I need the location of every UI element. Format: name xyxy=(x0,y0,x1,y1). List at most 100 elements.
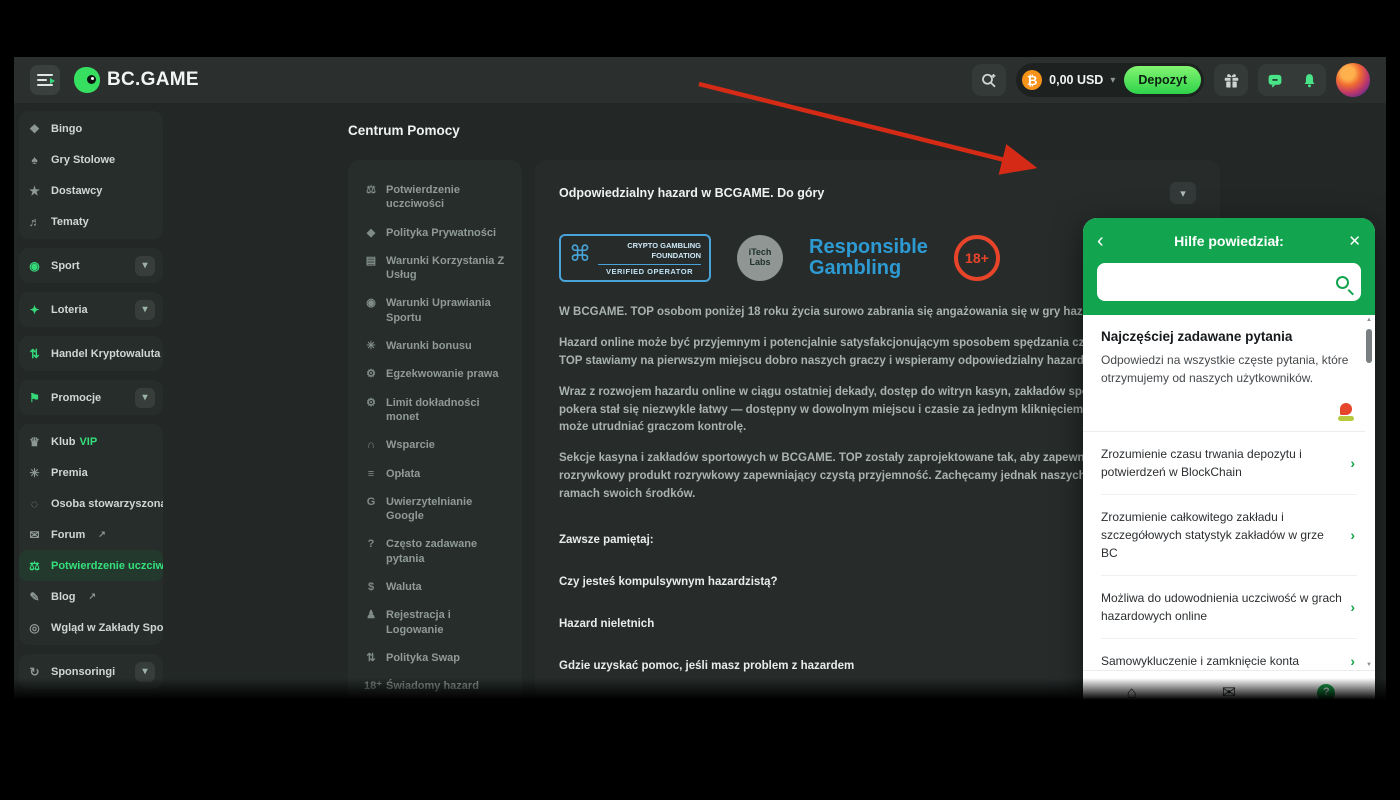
helpnav-item-ochrona-nieletnich[interactable]: ☂ Ochrona Nieletnich xyxy=(358,701,512,729)
faq-section-title: Najczęściej zadawane pytania xyxy=(1101,329,1293,344)
chevron-down-icon: ▾ xyxy=(1180,187,1186,200)
sidebar-group: ♛ Klub VIP ✳ Premia ◌ Osoba stowarzyszona ✉ Foru… xyxy=(19,424,163,645)
swap-policy-icon: ⇅ xyxy=(366,651,376,664)
scroll-down-icon[interactable]: ▼ xyxy=(1366,662,1372,668)
notifications-button[interactable] xyxy=(1292,64,1326,96)
sidebar-group: ❖ Bingo ♠ Gry Stolowe ★ Dostawcy ♬ Tematy xyxy=(19,111,163,239)
helpnav-item-potwierdzenie-uczciwosci[interactable]: ⚖ Potwierdzenie uczciwości xyxy=(358,176,512,219)
sidebar-item-potwierdzenie-uczciwosci[interactable]: ⚖ Potwierdzenie uczciwości xyxy=(19,550,163,581)
chat-button[interactable] xyxy=(1258,64,1292,96)
helpnav-item-warunki-uprawiania-sportu[interactable]: ◉ Warunki Uprawiania Sportu xyxy=(358,289,512,332)
wallet-balance[interactable]: ₿ 0,00 USD ▾ Depozyt xyxy=(1016,63,1204,97)
widget-bottom-nav: ⌂ Dom ✉ Nachrichten? Hilfe powiedział: xyxy=(1083,670,1375,730)
user-avatar[interactable] xyxy=(1336,63,1370,97)
helpnav-item-czesto-zadawane-pytania[interactable]: ? Często zadawane pytania xyxy=(358,530,512,573)
faq-item[interactable]: Możliwa do udowodnienia uczciwość w grac… xyxy=(1101,576,1357,639)
widget-nav-nachrichten[interactable]: ✉ Nachrichten xyxy=(1180,684,1277,718)
sidebar-item-label: Blog xyxy=(51,590,76,603)
helpnav-item-warunki-bonusu[interactable]: ✳ Warunki bonusu xyxy=(358,332,512,360)
helpnav-item-rejestracja-i-logowanie[interactable]: ♟ Rejestracja i Logowanie xyxy=(358,601,512,644)
chevron-down-icon[interactable]: ▾ xyxy=(135,661,155,682)
close-icon[interactable]: ✕ xyxy=(1341,232,1361,250)
bcgame-logo-icon xyxy=(74,67,100,93)
collapse-button[interactable]: ▾ xyxy=(1170,182,1196,204)
faq-icon: ? xyxy=(367,538,375,551)
sidebar-item-loteria[interactable]: ✦ Loteria ▾ xyxy=(19,294,163,325)
sidebar-item-label: Wgląd w Zakłady Sportow xyxy=(51,621,163,634)
back-icon[interactable]: ‹ xyxy=(1097,230,1117,253)
sidebar-item-label: Osoba stowarzyszona xyxy=(51,497,163,510)
faq-item[interactable]: Samowykluczenie i zamknięcie konta › xyxy=(1101,639,1357,670)
helpnav-item-label: Polityka Swap xyxy=(386,651,460,664)
sidebar-item-forum[interactable]: ✉ Forum ↗ xyxy=(19,519,163,550)
sidebar-item-osoba-stowarzyszona[interactable]: ◌ Osoba stowarzyszona xyxy=(19,488,163,519)
hamburger-menu-icon[interactable] xyxy=(30,65,60,95)
chevron-down-icon[interactable]: ▾ xyxy=(135,299,155,320)
rewards-button[interactable] xyxy=(1214,64,1248,96)
widget-search[interactable] xyxy=(1097,263,1361,301)
helpnav-item-label: Rejestracja i Logowanie xyxy=(386,609,451,636)
sidebar-item-sport[interactable]: ◉ Sport ▾ xyxy=(19,250,163,281)
provably-fair-icon: ⚖ xyxy=(29,558,40,573)
sidebar-item-wglad-w-zaklady-sportow[interactable]: ◎ Wgląd w Zakłady Sportow xyxy=(19,612,163,643)
sidebar-item-dostawcy[interactable]: ★ Dostawcy xyxy=(19,175,163,206)
provably-fair-icon: ⚖ xyxy=(366,184,376,196)
sidebar-item-sponsoringi[interactable]: ↻ Sponsoringi ▾ xyxy=(19,656,163,687)
vip-club-icon: ♛ xyxy=(29,434,40,449)
itech-labs-badge: iTech Labs xyxy=(737,235,783,282)
chevron-down-icon[interactable]: ▾ xyxy=(135,387,155,408)
helpnav-item-wsparcie[interactable]: ∩ Wsparcie xyxy=(358,431,512,459)
sidebar-item-premia[interactable]: ✳ Premia xyxy=(19,457,163,488)
scroll-up-icon[interactable]: ▲ xyxy=(1366,317,1372,323)
bell-icon xyxy=(1304,73,1314,87)
sidebar-item-klub[interactable]: ♛ Klub VIP xyxy=(19,426,163,457)
chevron-right-icon: › xyxy=(1350,455,1355,471)
widget-title: Hilfe powiedział: xyxy=(1174,233,1284,249)
faq-scroll-area[interactable]: Najczęściej zadawane pytania Odpowiedzi … xyxy=(1083,315,1365,670)
sidebar-item-blog[interactable]: ✎ Blog ↗ xyxy=(19,581,163,612)
forum-icon: ✉ xyxy=(29,527,40,542)
providers-icon: ★ xyxy=(364,736,378,740)
faq-item[interactable]: Zrozumienie całkowitego zakładu i szczeg… xyxy=(1101,495,1357,576)
deposit-button[interactable]: Depozyt xyxy=(1124,66,1201,94)
sidebar-item-bingo[interactable]: ❖ Bingo xyxy=(19,113,163,144)
scrollbar-thumb[interactable] xyxy=(1366,329,1372,363)
sidebar-item-tematy[interactable]: ♬ Tematy xyxy=(19,206,163,237)
helpnav-item-egzekwowanie-prawa[interactable]: ⚙ Egzekwowanie prawa xyxy=(358,360,512,388)
sidebar-item-gry-stolowe[interactable]: ♠ Gry Stolowe xyxy=(19,144,163,175)
18-plus-icon: 18⁺ xyxy=(364,680,383,693)
registration-icon: ♟ xyxy=(366,609,376,622)
faq-item[interactable]: Zrozumienie czasu trwania depozytu i pot… xyxy=(1101,432,1357,495)
helpnav-item-uwierzytelnianie-google[interactable]: G Uwierzytelnianie Google xyxy=(358,488,512,531)
widget-nav-dom[interactable]: ⌂ Dom xyxy=(1083,684,1180,718)
sidebar-item-label: Promocje xyxy=(51,391,102,404)
sidebar-group: ↻ Sponsoringi ▾ xyxy=(19,654,163,689)
widget-header: ‹ Hilfe powiedział: ✕ xyxy=(1083,218,1375,315)
helpnav-item-waluta[interactable]: $ Waluta xyxy=(358,573,512,601)
helpnav-item-warunki-korzystania-z-uslug[interactable]: ▤ Warunki Korzystania Z Usług xyxy=(358,247,512,290)
providers-icon: ★ xyxy=(29,183,40,198)
sports-terms-icon: ◉ xyxy=(366,297,376,310)
sidebar-item-handel-kryptowaluta[interactable]: ⇅Handel Kryptowaluta▾ xyxy=(19,338,163,369)
helpnav-item-label: Uwierzytelnianie Google xyxy=(386,495,473,523)
helpnav-item-polityka-prywatnosci[interactable]: ◆ Polityka Prywatności xyxy=(358,219,512,247)
chevron-down-icon[interactable]: ▾ xyxy=(135,255,155,276)
sidebar-item-label: Forum xyxy=(51,528,86,541)
helpnav-item-oplata[interactable]: ≡ Opłata xyxy=(358,460,512,488)
home-icon: ⌂ xyxy=(1126,682,1137,702)
helpnav-item-dostawcy[interactable]: ★ Dostawcy xyxy=(358,729,512,740)
widget-search-input[interactable] xyxy=(1109,274,1336,290)
helpnav-item-limit-dokladnosci-monet[interactable]: ⚙ Limit dokładności monet xyxy=(358,389,512,432)
search-button[interactable] xyxy=(972,64,1007,96)
helpnav-item-swiadomy-hazard[interactable]: 18⁺ Świadomy hazard xyxy=(358,672,512,700)
sidebar-item-pomoc-techniczna-na-zyw[interactable]: ∩ Pomoc Techniczna na żyw xyxy=(19,700,163,731)
table-games-icon: ♠ xyxy=(31,152,38,167)
sidebar-item-promocje[interactable]: ⚑ Promocje ▾ xyxy=(19,382,163,413)
helpnav-item-polityka-swap[interactable]: ⇅ Polityka Swap xyxy=(358,644,512,672)
sidebar-item-label: Premia xyxy=(51,466,88,479)
widget-nav-hilfe-powiedzial[interactable]: ? Hilfe powiedział: xyxy=(1278,683,1375,718)
fee-icon: ≡ xyxy=(367,467,375,480)
bcgame-logo[interactable]: BC.GAME xyxy=(74,67,199,93)
faq-item-text: Zrozumienie całkowitego zakładu i szczeg… xyxy=(1101,510,1324,560)
widget-scrollbar[interactable]: ▲ ▼ xyxy=(1365,317,1373,668)
